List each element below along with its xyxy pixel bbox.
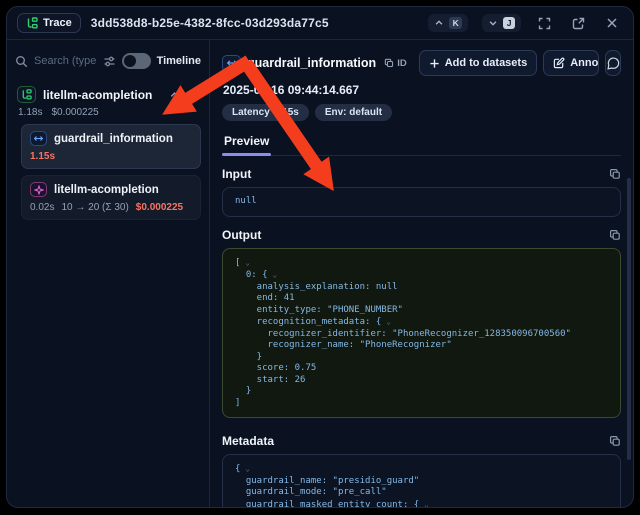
output-section-label: Output	[222, 228, 609, 242]
edit-pen-icon	[553, 57, 565, 69]
tree-item-name: guardrail_information	[54, 133, 173, 145]
output-code-block[interactable]: [ ⌄ 0: { ⌄ analysis_explanation: null en…	[222, 248, 621, 419]
latency-badge: Latency 1.15s	[222, 104, 309, 121]
copy-output-button[interactable]	[609, 229, 621, 241]
observation-detail-panel: guardrail_information ID Add to datasets	[210, 40, 633, 507]
prev-item-button[interactable]: K	[428, 14, 468, 32]
trace-root-icon	[17, 86, 36, 103]
chevron-up-icon	[434, 18, 444, 28]
copy-icon	[609, 229, 621, 241]
item-tokens: 10 → 20 (Σ 30)	[61, 202, 128, 213]
tree-item-guardrail-information[interactable]: guardrail_information 1.15s	[21, 124, 201, 169]
item-latency: 1.15s	[30, 151, 55, 162]
filter-sliders-icon[interactable]	[103, 55, 116, 68]
annotate-button[interactable]: Annotate	[544, 51, 599, 75]
timeline-toggle-label: Timeline	[157, 55, 201, 67]
timeline-toggle[interactable]	[122, 53, 151, 69]
search-icon	[15, 55, 28, 68]
add-to-datasets-button[interactable]: Add to datasets	[419, 50, 538, 76]
trace-tree-icon	[26, 17, 38, 29]
close-button[interactable]	[601, 12, 623, 34]
annotate-split-button: Annotate	[543, 50, 599, 76]
search-input[interactable]	[34, 55, 97, 67]
collapse-up-icon[interactable]	[169, 89, 180, 100]
tree-root-row[interactable]: litellm-acompletion 1.18s $0.000225	[15, 84, 201, 118]
tree-item-name: litellm-acompletion	[54, 184, 159, 196]
chat-bubble-icon	[607, 57, 620, 70]
detail-tabs: Preview	[222, 130, 621, 156]
trace-badge-label: Trace	[43, 17, 72, 29]
id-label: ID	[397, 58, 407, 69]
root-cost: $0.000225	[51, 107, 98, 118]
trace-detail-window: Trace 3dd538d8-b25e-4382-8fcc-03d293da77…	[6, 6, 634, 508]
trace-tree-sidebar: Timeline litellm-acompletion	[7, 40, 210, 507]
scrollbar-thumb[interactable]	[627, 178, 631, 460]
shortcut-key-j: J	[503, 17, 515, 29]
copy-icon	[609, 435, 621, 447]
tree-root-name: litellm-acompletion	[43, 88, 162, 102]
observation-timestamp: 2025-05-16 09:44:14.667	[223, 83, 621, 97]
plus-icon	[429, 58, 440, 69]
active-tab-underline	[222, 153, 271, 156]
sidebar-search-row: Timeline	[15, 48, 201, 74]
external-link-icon	[572, 17, 585, 30]
span-arrows-icon	[222, 55, 241, 72]
chevron-down-icon	[488, 18, 498, 28]
span-arrows-icon	[30, 131, 47, 146]
copy-icon	[609, 168, 621, 180]
root-latency: 1.18s	[18, 107, 42, 118]
close-icon	[606, 17, 618, 29]
fold-vertical-icon[interactable]	[188, 89, 199, 100]
trace-id: 3dd538d8-b25e-4382-8fcc-03d293da77c5	[91, 16, 414, 30]
generation-sparkle-icon	[30, 182, 47, 197]
open-external-button[interactable]	[567, 12, 589, 34]
input-section-label: Input	[222, 167, 609, 181]
top-bar: Trace 3dd538d8-b25e-4382-8fcc-03d293da77…	[7, 7, 633, 40]
copy-id-button[interactable]: ID	[384, 58, 407, 69]
copy-icon	[384, 58, 394, 68]
copy-input-button[interactable]	[609, 168, 621, 180]
tab-preview[interactable]: Preview	[222, 130, 271, 155]
input-code-block[interactable]: null	[222, 187, 621, 217]
next-item-button[interactable]: J	[482, 14, 521, 32]
tree-item-litellm-acompletion[interactable]: litellm-acompletion 0.02s 10 → 20 (Σ 30)…	[21, 175, 201, 220]
copy-metadata-button[interactable]	[609, 435, 621, 447]
item-latency: 0.02s	[30, 202, 54, 213]
env-badge: Env: default	[315, 104, 392, 121]
item-cost: $0.000225	[136, 202, 183, 213]
shortcut-key-k: K	[449, 17, 462, 29]
metadata-section-label: Metadata	[222, 434, 609, 448]
observation-title: guardrail_information	[247, 56, 376, 70]
metadata-code-block[interactable]: { ⌄ guardrail_name: "presidio_guard" gua…	[222, 454, 621, 508]
expand-fullscreen-button[interactable]	[533, 12, 555, 34]
comments-button[interactable]	[605, 50, 621, 76]
maximize-icon	[538, 17, 551, 30]
trace-type-badge: Trace	[17, 13, 81, 33]
